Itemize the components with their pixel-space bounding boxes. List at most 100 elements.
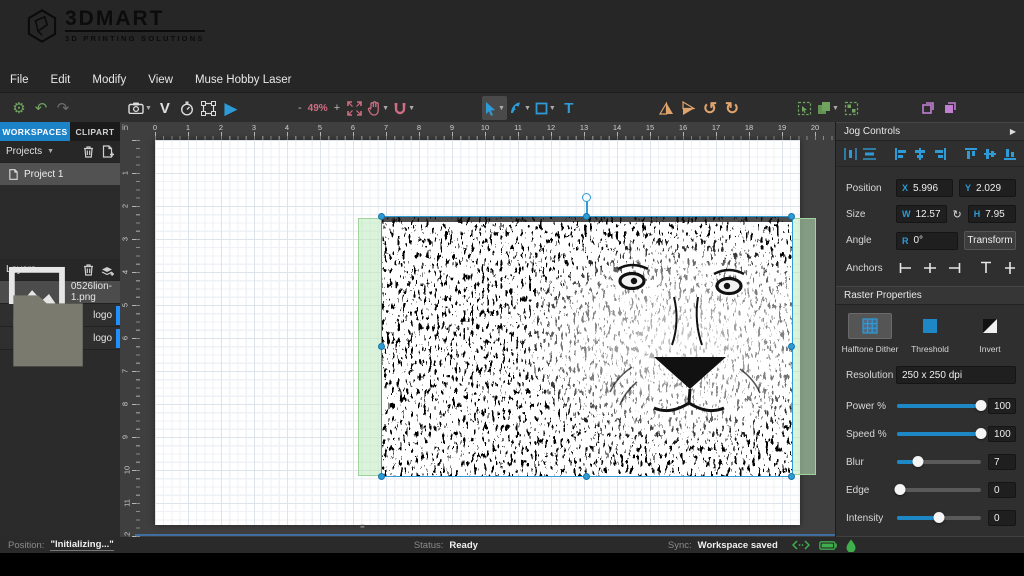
project-item[interactable]: Project 1	[0, 163, 120, 185]
distribute-horizontal-button[interactable]	[842, 144, 859, 164]
size-h-field[interactable]: H 7.95	[968, 205, 1016, 223]
ungroup-button[interactable]	[841, 96, 863, 120]
timer-button[interactable]	[176, 96, 198, 120]
undo-button[interactable]: ↶	[30, 96, 52, 120]
menu-file[interactable]: File	[10, 74, 29, 86]
resize-handle-sw[interactable]	[378, 473, 385, 480]
select-tool-button[interactable]: ▼	[482, 96, 507, 120]
redo-button[interactable]: ↷	[52, 96, 74, 120]
zoom-level[interactable]: 49%	[308, 103, 328, 114]
align-bottom-button[interactable]	[1002, 144, 1019, 164]
slider-track[interactable]	[897, 432, 981, 436]
workspace-page[interactable]	[155, 140, 800, 525]
position-x-field[interactable]: X 5.996	[896, 179, 953, 197]
slider-track[interactable]	[897, 488, 981, 492]
tab-workspaces[interactable]: WORKSPACES	[0, 122, 70, 141]
transform-button[interactable]: Transform	[964, 231, 1016, 250]
anchor-right-button[interactable]	[944, 258, 964, 278]
slider-value-field[interactable]: 100	[988, 426, 1016, 442]
pen-tool-button[interactable]: ▼	[507, 96, 533, 120]
pan-tool-button[interactable]: ▼	[365, 96, 391, 120]
add-layer-icon[interactable]	[101, 263, 114, 276]
anchor-left-button[interactable]	[896, 258, 916, 278]
toolbar-group-capture: ▼ V ▶	[126, 96, 242, 120]
menu-view[interactable]: View	[148, 74, 173, 86]
rotation-handle[interactable]	[582, 193, 591, 202]
slider-track[interactable]	[897, 516, 981, 520]
resize-handle-s[interactable]	[583, 473, 590, 480]
rotate-cw-button[interactable]: ↻	[721, 96, 743, 120]
menu-muse-hobby-laser[interactable]: Muse Hobby Laser	[195, 74, 292, 86]
anchor-top-button[interactable]	[976, 258, 996, 278]
mode-threshold[interactable]: Threshold	[902, 313, 958, 354]
settings-button[interactable]: ⚙	[8, 96, 30, 120]
flip-horizontal-button[interactable]	[655, 96, 677, 120]
zoom-out-button[interactable]: -	[295, 102, 305, 114]
size-w-field[interactable]: W 12.57	[896, 205, 947, 223]
mode-invert[interactable]: Invert	[962, 313, 1018, 354]
slider-value-field[interactable]: 7	[988, 454, 1016, 470]
slider-knob[interactable]	[976, 428, 987, 439]
slider-value-field[interactable]: 0	[988, 482, 1016, 498]
align-center-button[interactable]	[912, 144, 929, 164]
raster-image-lion[interactable]	[382, 217, 792, 476]
resize-handle-nw[interactable]	[378, 213, 385, 220]
menu-modify[interactable]: Modify	[92, 74, 126, 86]
run-job-button[interactable]: ▶	[220, 96, 242, 120]
horizontal-scrollbar[interactable]	[135, 534, 835, 536]
angle-field[interactable]: R 0°	[896, 232, 958, 250]
link-dimensions-icon[interactable]: ↻	[953, 208, 962, 221]
slider-track[interactable]	[897, 460, 981, 464]
vector-tool-button[interactable]: V	[154, 96, 176, 120]
align-left-button[interactable]	[892, 144, 909, 164]
slider-knob[interactable]	[913, 456, 924, 467]
menu-edit[interactable]: Edit	[51, 74, 71, 86]
new-project-icon[interactable]	[101, 145, 114, 158]
mode-halftone-dither[interactable]: Halftone Dither	[842, 313, 898, 354]
jog-controls-header[interactable]: Jog Controls ▶	[836, 122, 1024, 141]
slider-value-field[interactable]: 0	[988, 510, 1016, 526]
camera-button[interactable]: ▼	[126, 96, 154, 120]
trash-icon[interactable]	[82, 145, 95, 158]
align-top-button[interactable]	[962, 144, 979, 164]
copy-button[interactable]	[917, 96, 939, 120]
canvas-area[interactable]: in 01234567891011121314151617181920 1234…	[120, 122, 835, 537]
rotate-ccw-button[interactable]: ↺	[699, 96, 721, 120]
zoom-in-button[interactable]: +	[331, 102, 343, 114]
snap-tool-button[interactable]: ▼	[391, 96, 417, 120]
group-button[interactable]: ▼	[815, 96, 841, 120]
layer-item[interactable]: logo	[0, 327, 120, 350]
distribute-vertical-button[interactable]	[862, 144, 879, 164]
projects-label[interactable]: Projects	[6, 146, 42, 157]
slider-track[interactable]	[897, 404, 981, 408]
resize-handle-se[interactable]	[788, 473, 795, 480]
anchor-center-y-button[interactable]	[1000, 258, 1020, 278]
ruler-number: 2	[121, 204, 130, 208]
fit-to-screen-button[interactable]	[343, 96, 365, 120]
y-value: 2.029	[976, 183, 1001, 194]
align-middle-button[interactable]	[982, 144, 999, 164]
raster-properties-header[interactable]: Raster Properties	[836, 286, 1024, 305]
slider-knob[interactable]	[894, 484, 905, 495]
frame-select-button[interactable]	[198, 96, 220, 120]
paste-button[interactable]	[939, 96, 961, 120]
slider-value-field[interactable]: 100	[988, 398, 1016, 414]
resize-handle-ne[interactable]	[788, 213, 795, 220]
chevron-down-icon[interactable]: ▼	[47, 148, 54, 155]
tab-clipart[interactable]: CLIPART	[70, 122, 120, 141]
scroll-grip-icon[interactable]: ≡	[360, 525, 367, 534]
align-right-button[interactable]	[932, 144, 949, 164]
text-tool-button[interactable]: T	[558, 96, 580, 120]
select-objects-button[interactable]	[793, 96, 815, 120]
resize-handle-n[interactable]	[583, 213, 590, 220]
trash-icon[interactable]	[82, 263, 95, 276]
resolution-select[interactable]: 250 x 250 dpi	[896, 366, 1016, 384]
slider-knob[interactable]	[934, 512, 945, 523]
resize-handle-w[interactable]	[378, 343, 385, 350]
slider-knob[interactable]	[976, 400, 987, 411]
anchor-center-x-button[interactable]	[920, 258, 940, 278]
resize-handle-e[interactable]	[788, 343, 795, 350]
flip-vertical-button[interactable]	[677, 96, 699, 120]
position-y-field[interactable]: Y 2.029	[959, 179, 1016, 197]
shape-tool-button[interactable]: ▼	[533, 96, 558, 120]
